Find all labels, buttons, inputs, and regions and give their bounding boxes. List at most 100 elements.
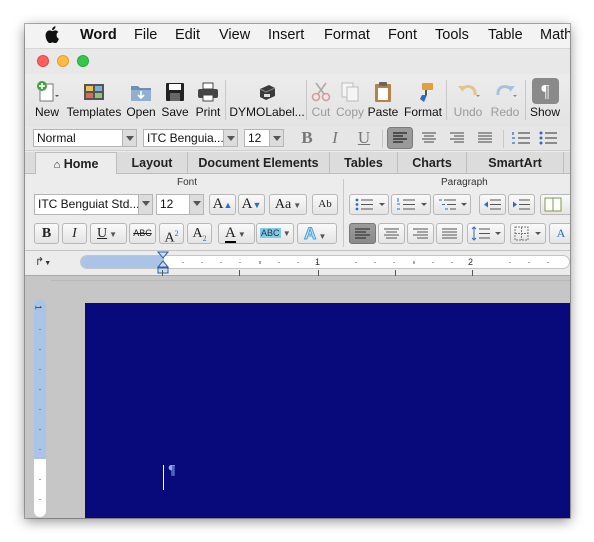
undo-button[interactable]: Undo bbox=[449, 74, 487, 126]
redo-arrow-icon bbox=[496, 85, 517, 97]
dymo-label-button[interactable]: DYMOLabel... bbox=[229, 74, 305, 126]
copy-button[interactable]: Copy bbox=[335, 74, 365, 126]
menu-view[interactable]: View bbox=[219, 27, 250, 43]
justify-icon[interactable] bbox=[473, 127, 497, 149]
menu-insert[interactable]: Insert bbox=[268, 27, 304, 43]
apple-icon[interactable] bbox=[45, 26, 59, 43]
superscript-button[interactable]: A2 bbox=[159, 223, 184, 244]
subscript-2: 2 bbox=[202, 233, 207, 243]
ribbon-bold-button[interactable]: B bbox=[34, 223, 59, 244]
ribbon-font-select[interactable]: ITC Benguiat Std... bbox=[34, 194, 153, 215]
document-page[interactable]: ¶ bbox=[85, 303, 570, 518]
menu-file[interactable]: File bbox=[134, 27, 157, 43]
font-color-button[interactable]: A ▼ bbox=[218, 223, 255, 244]
vertical-ruler[interactable]: 1 bbox=[33, 298, 47, 518]
multilevel-list-button[interactable] bbox=[433, 194, 471, 215]
menu-tools[interactable]: Tools bbox=[435, 27, 469, 43]
ribbon-italic-button[interactable]: I bbox=[62, 223, 87, 244]
tab-home-label: Home bbox=[63, 157, 99, 171]
paste-button[interactable]: Paste bbox=[366, 74, 400, 126]
font-group-title: Font bbox=[177, 177, 198, 188]
cut-button[interactable]: Cut bbox=[307, 74, 335, 126]
bold-button[interactable]: B bbox=[295, 127, 319, 149]
ribbon-size-select[interactable]: 12 bbox=[156, 194, 204, 215]
ruler-mark-1: 1 bbox=[315, 257, 321, 267]
sort-button[interactable]: A bbox=[549, 223, 570, 244]
show-formatting-button[interactable]: ¶ Show bbox=[528, 74, 562, 126]
increase-indent-icon bbox=[513, 199, 530, 210]
decrease-indent-button[interactable] bbox=[479, 194, 506, 215]
templates-label: Templates bbox=[66, 105, 122, 119]
grow-font-button[interactable]: A▲ bbox=[209, 194, 236, 215]
numbered-list-icon[interactable] bbox=[509, 127, 533, 149]
subscript-letter: A bbox=[192, 226, 203, 241]
align-right-icon[interactable] bbox=[445, 127, 469, 149]
menu-table[interactable]: Table bbox=[488, 27, 523, 43]
change-case-button[interactable]: Aa ▼ bbox=[269, 194, 307, 215]
print-label: Print bbox=[195, 105, 221, 119]
style-select[interactable]: Normal bbox=[33, 129, 137, 147]
ribbon-align-right-button[interactable] bbox=[407, 223, 434, 244]
tab-review[interactable]: R bbox=[564, 152, 570, 174]
increase-indent-button[interactable] bbox=[508, 194, 535, 215]
tab-charts[interactable]: Charts bbox=[398, 152, 467, 174]
bullets-button[interactable] bbox=[349, 194, 389, 215]
italic-button[interactable]: I bbox=[323, 127, 347, 149]
borders-button[interactable] bbox=[510, 223, 546, 244]
shrink-font-button[interactable]: A▼ bbox=[238, 194, 265, 215]
menu-font[interactable]: Font bbox=[388, 27, 417, 43]
align-center-icon[interactable] bbox=[417, 127, 441, 149]
tab-layout[interactable]: Layout bbox=[117, 152, 188, 174]
justify-icon bbox=[442, 228, 457, 239]
new-button[interactable]: New bbox=[29, 74, 65, 126]
standard-toolbar: New Templates Open Save Print DYMOLabel.… bbox=[25, 74, 570, 126]
horizontal-ruler[interactable]: 1 2 bbox=[80, 255, 570, 269]
close-button[interactable] bbox=[37, 55, 49, 67]
minimize-button[interactable] bbox=[57, 55, 69, 67]
line-spacing-button[interactable] bbox=[467, 223, 505, 244]
chevron-down-icon: ▼ bbox=[316, 232, 327, 241]
menu-edit[interactable]: Edit bbox=[175, 27, 200, 43]
columns-button[interactable] bbox=[540, 194, 570, 215]
tab-tables[interactable]: Tables bbox=[330, 152, 398, 174]
tab-document-elements[interactable]: Document Elements bbox=[188, 152, 330, 174]
align-left-icon bbox=[355, 228, 370, 239]
save-button[interactable]: Save bbox=[158, 74, 192, 126]
menu-math[interactable]: Math bbox=[540, 27, 570, 43]
redo-button[interactable]: Redo bbox=[487, 74, 523, 126]
tab-stop-selector[interactable]: ↱▼ bbox=[35, 255, 51, 268]
ribbon-justify-button[interactable] bbox=[436, 223, 463, 244]
font-select[interactable]: ITC Benguia... bbox=[143, 129, 238, 147]
strikethrough-button[interactable]: ABC bbox=[129, 223, 156, 244]
subscript-button[interactable]: A2 bbox=[187, 223, 212, 244]
numbering-button[interactable] bbox=[391, 194, 431, 215]
size-select[interactable]: 12 bbox=[244, 129, 284, 147]
ribbon-align-center-button[interactable] bbox=[378, 223, 405, 244]
spelling-button[interactable]: Ab bbox=[312, 194, 338, 215]
print-button[interactable]: Print bbox=[192, 74, 224, 126]
tab-smartart[interactable]: SmartArt bbox=[467, 152, 564, 174]
bulleted-list-icon[interactable] bbox=[537, 127, 561, 149]
ribbon-underline-button[interactable]: U ▼ bbox=[90, 223, 127, 244]
toolbar-divider bbox=[525, 80, 526, 120]
menu-format[interactable]: Format bbox=[324, 27, 370, 43]
templates-button[interactable]: Templates bbox=[65, 74, 123, 126]
chevron-down-icon: ▼ bbox=[235, 230, 246, 239]
open-button[interactable]: Open bbox=[124, 74, 158, 126]
zoom-button[interactable] bbox=[77, 55, 89, 67]
scissors-icon bbox=[311, 82, 331, 102]
text-effects-button[interactable]: A ▼ bbox=[297, 223, 337, 244]
ribbon-align-left-button[interactable] bbox=[349, 223, 376, 244]
format-painter-button[interactable]: Format bbox=[401, 74, 445, 126]
line-spacing-icon bbox=[471, 226, 501, 241]
columns-icon bbox=[544, 197, 562, 212]
align-left-icon[interactable] bbox=[387, 127, 413, 149]
paste-label: Paste bbox=[367, 105, 399, 119]
tab-home[interactable]: ⌂ Home bbox=[35, 152, 117, 175]
arrow-up-icon: ▲ bbox=[223, 200, 233, 210]
menu-app-name[interactable]: Word bbox=[80, 27, 117, 43]
highlight-button[interactable]: ABC ▼ bbox=[256, 223, 294, 244]
shrink-font-letter: A bbox=[241, 196, 253, 212]
title-bar bbox=[25, 49, 570, 74]
underline-button[interactable]: U bbox=[352, 127, 376, 149]
